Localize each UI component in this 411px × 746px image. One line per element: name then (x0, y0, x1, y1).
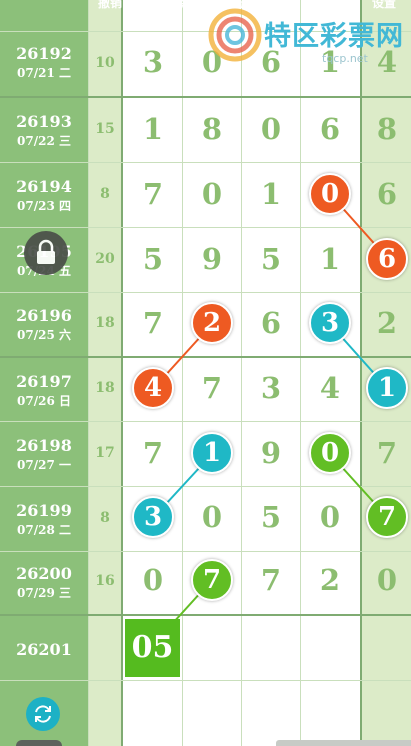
digit-cell[interactable]: 0 (301, 500, 359, 534)
issue-number: 26193 (16, 112, 72, 131)
watermark-logo-icon (208, 8, 262, 62)
lock-button[interactable] (24, 231, 68, 275)
digit-cell[interactable]: 0 (183, 500, 241, 534)
highlight-ball[interactable]: 3 (309, 302, 351, 344)
issue-cell: 26194 07/23 四 (0, 177, 88, 214)
digit-cell[interactable]: 1 (124, 112, 182, 146)
issue-cell: 26198 07/27 一 (0, 436, 88, 473)
digit-cell[interactable]: 8 (358, 112, 411, 146)
watermark-text: 特区彩票网 (264, 21, 404, 52)
bottom-bar (276, 740, 411, 746)
digit-cell[interactable]: 7 (358, 436, 411, 470)
digit-cell[interactable]: 7 (124, 306, 182, 340)
issue-date: 07/29 三 (17, 586, 71, 600)
issue-cell: 26199 07/28 二 (0, 501, 88, 538)
issue-date: 07/25 六 (17, 328, 71, 342)
digit-cell[interactable]: 7 (124, 177, 182, 211)
highlight-ball[interactable]: 7 (366, 496, 408, 538)
refresh-icon (35, 705, 51, 723)
digit-cell[interactable]: 9 (183, 242, 241, 276)
issue-cell: 26192 07/21 二 (0, 44, 88, 81)
issue-number: 26198 (16, 436, 72, 455)
issue-date: 07/26 日 (17, 394, 71, 408)
digit-cell[interactable]: 5 (242, 500, 300, 534)
issue-number: 26196 (16, 306, 72, 325)
issue-cell: 26200 07/29 三 (0, 564, 88, 601)
digit-cell[interactable]: 2 (358, 306, 411, 340)
issue-date: 07/28 二 (17, 523, 71, 537)
sum-value: 18 (95, 315, 115, 331)
digit-cell[interactable]: 6 (301, 112, 359, 146)
digit-cell[interactable]: 7 (124, 436, 182, 470)
highlight-ball[interactable]: 0 (309, 432, 351, 474)
issue-date: 07/23 四 (17, 199, 71, 213)
sum-value: 16 (95, 573, 115, 589)
digit-cell[interactable]: 4 (301, 371, 359, 405)
digit-cell[interactable]: 1 (301, 242, 359, 276)
digit-cell[interactable]: 0 (358, 563, 411, 597)
highlight-ball[interactable]: 1 (366, 367, 408, 409)
digit-cell[interactable]: 6 (358, 177, 411, 211)
sum-value: 8 (100, 186, 110, 202)
sum-value: 17 (95, 445, 115, 461)
watermark-url: tqcp.net (322, 52, 368, 65)
lock-icon (37, 239, 55, 264)
digit-cell[interactable]: 0 (183, 177, 241, 211)
highlight-ball[interactable]: 6 (366, 238, 408, 280)
sum-value: 10 (95, 55, 115, 71)
highlight-ball[interactable]: 7 (191, 559, 233, 601)
digit-cell[interactable]: 0 (242, 112, 300, 146)
highlight-ball[interactable]: 3 (132, 496, 174, 538)
watermark: 特区彩票网 tqcp.net (206, 4, 411, 66)
issue-cell: 26193 07/22 三 (0, 112, 88, 149)
bottom-handle (16, 740, 62, 746)
digit-cell[interactable]: 0 (124, 563, 182, 597)
digit-cell[interactable]: 2 (301, 563, 359, 597)
issue-cell: 26197 07/26 日 (0, 372, 88, 409)
issue-date: 07/21 二 (17, 66, 71, 80)
next-value-box[interactable]: 05 (125, 619, 180, 677)
issue-date: 07/27 一 (17, 458, 71, 472)
next-issue-cell: 26201 (0, 640, 88, 659)
issue-number: 26200 (16, 564, 72, 583)
issue-number: 26199 (16, 501, 72, 520)
sum-value: 18 (95, 380, 115, 396)
digit-cell[interactable]: 6 (242, 306, 300, 340)
digit-cell[interactable]: 7 (183, 371, 241, 405)
digit-cell[interactable]: 3 (124, 45, 182, 79)
digit-cell[interactable]: 7 (242, 563, 300, 597)
refresh-button[interactable] (26, 697, 60, 731)
issue-cell: 26196 07/25 六 (0, 306, 88, 343)
highlight-ball[interactable]: 0 (309, 173, 351, 215)
digit-cell[interactable]: 1 (242, 177, 300, 211)
highlight-ball[interactable]: 2 (191, 302, 233, 344)
sum-value: 15 (95, 121, 115, 137)
highlight-ball[interactable]: 1 (191, 432, 233, 474)
sum-value: 8 (100, 510, 110, 526)
issue-number: 26194 (16, 177, 72, 196)
issue-number: 26192 (16, 44, 72, 63)
digit-cell[interactable]: 3 (242, 371, 300, 405)
issue-date: 07/22 三 (17, 134, 71, 148)
sum-value: 20 (95, 251, 115, 267)
highlight-ball[interactable]: 4 (132, 367, 174, 409)
next-issue-number: 26201 (16, 640, 72, 659)
digit-cell[interactable]: 9 (242, 436, 300, 470)
digit-cell[interactable]: 5 (124, 242, 182, 276)
issue-number: 26197 (16, 372, 72, 391)
digit-cell[interactable]: 8 (183, 112, 241, 146)
digit-cell[interactable]: 5 (242, 242, 300, 276)
